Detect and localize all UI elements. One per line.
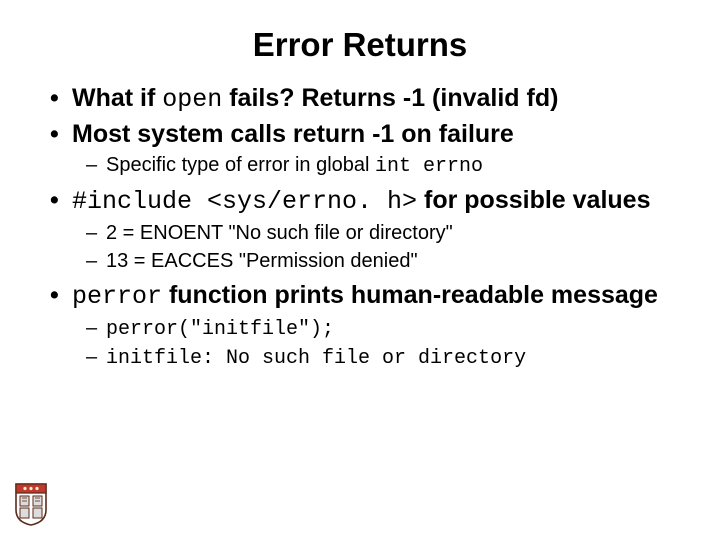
- text: function prints human-readable message: [162, 281, 658, 309]
- slide-title: Error Returns: [0, 0, 720, 82]
- code-int-errno: int errno: [375, 155, 483, 178]
- text: for possible values: [417, 186, 650, 214]
- code-open: open: [162, 85, 222, 114]
- subbullet-enoent: 2 = ENOENT "No such file or directory": [106, 220, 680, 247]
- code: initfile: No such file or directory: [106, 347, 526, 370]
- sublist: Specific type of error in global int err…: [72, 152, 680, 180]
- sublist: 2 = ENOENT "No such file or directory" 1…: [72, 220, 680, 275]
- code-include: #include <sys/errno. h>: [72, 187, 417, 216]
- bullet-open-fails: What if open fails? Returns -1 (invalid …: [72, 82, 680, 116]
- brown-shield-icon: [14, 482, 48, 526]
- slide-content: What if open fails? Returns -1 (invalid …: [0, 82, 720, 372]
- code: perror("initfile");: [106, 318, 334, 341]
- subbullet-perror-call: perror("initfile");: [106, 315, 680, 343]
- code-perror: perror: [72, 282, 162, 311]
- sublist: perror("initfile"); initfile: No such fi…: [72, 315, 680, 372]
- text: Specific type of error in global: [106, 154, 375, 176]
- subbullet-eacces: 13 = EACCES "Permission denied": [106, 248, 680, 275]
- text: fails? Returns -1 (invalid fd): [222, 84, 558, 112]
- subbullet-perror-output: initfile: No such file or directory: [106, 344, 680, 372]
- text: Most system calls return -1 on failure: [72, 120, 514, 148]
- bullet-perror: perror function prints human-readable me…: [72, 279, 680, 372]
- bullet-list: What if open fails? Returns -1 (invalid …: [40, 82, 680, 372]
- bullet-include: #include <sys/errno. h> for possible val…: [72, 184, 680, 275]
- text: What if: [72, 84, 162, 112]
- slide: Error Returns What if open fails? Return…: [0, 0, 720, 540]
- bullet-syscalls-return: Most system calls return -1 on failure S…: [72, 118, 680, 180]
- subbullet-errno: Specific type of error in global int err…: [106, 152, 680, 180]
